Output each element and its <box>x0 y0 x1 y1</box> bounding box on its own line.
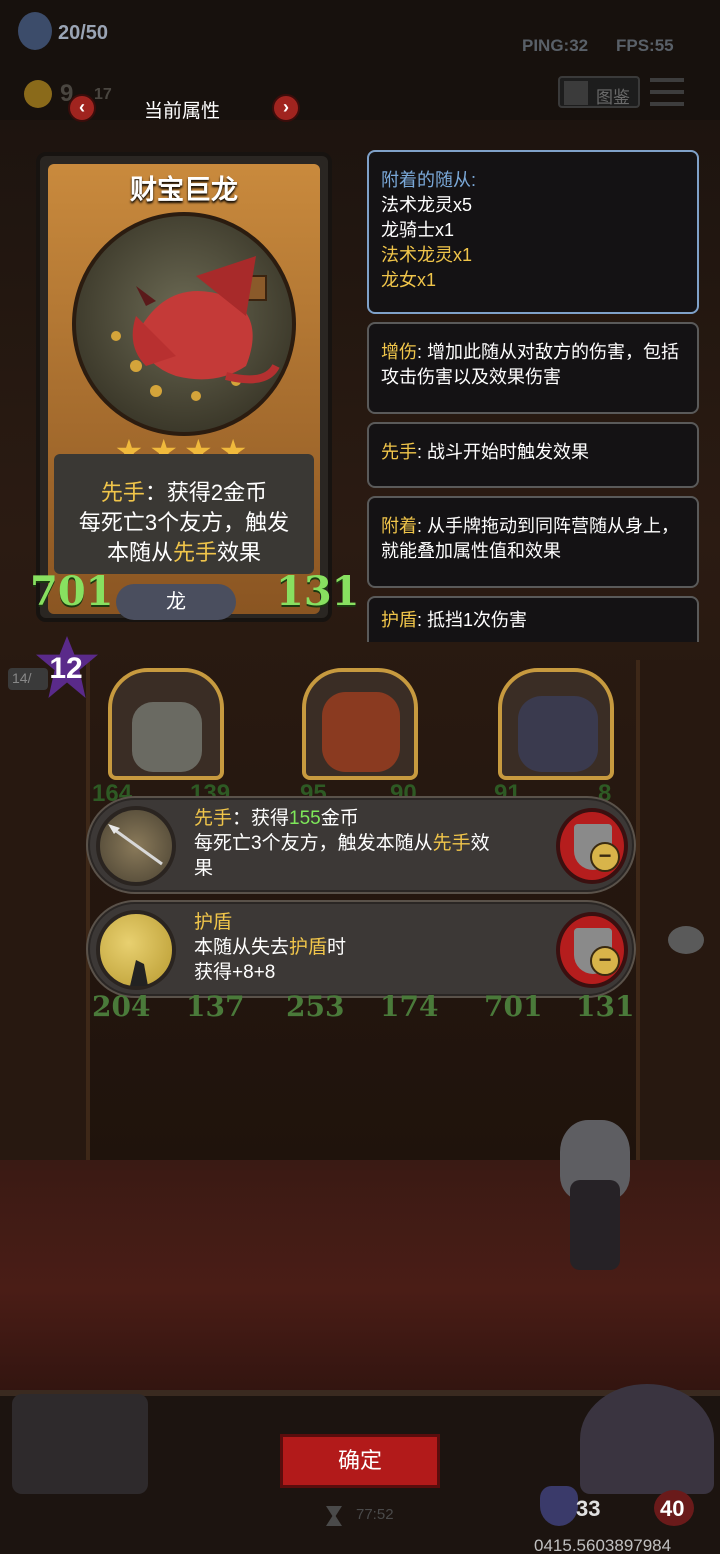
minus-icon: − <box>590 946 620 976</box>
moon-icon <box>96 910 176 990</box>
fps-readout: FPS:55 <box>616 36 674 55</box>
keyword-first-strike: 先手 <box>172 540 217 565</box>
keyword-name: 护盾 <box>381 610 417 630</box>
codex-label: 图鉴 <box>596 88 630 107</box>
remove-effect-button[interactable]: − <box>556 808 628 884</box>
tier-progress: 14/ <box>8 668 48 690</box>
card-desc-text: ：获得2金币 <box>144 480 268 505</box>
build-id: 0415.5603897984 <box>534 1536 672 1554</box>
card-tier: 12 <box>49 652 83 685</box>
ping-readout: PING:32 <box>522 36 589 55</box>
hero-portrait-left[interactable] <box>12 1394 148 1494</box>
keyword-tooltip: 附着: 从手牌拖动到同阵营随从身上，就能叠加属性值和效果 <box>367 496 699 588</box>
confirm-button[interactable]: 确定 <box>280 1434 440 1488</box>
effect-gold-value: 155 <box>289 808 321 829</box>
board-minion-slot[interactable] <box>108 668 224 780</box>
minus-icon: − <box>590 842 620 872</box>
card-desc-text: 效果 <box>217 540 262 565</box>
effect-text-part: 每死亡3个友方，触发本随从 <box>194 833 433 854</box>
attribute-nav-label: 当前属性 <box>144 101 221 122</box>
menu-icon[interactable] <box>650 78 684 106</box>
effect-text: 护盾 本随从失去护盾时 获得+8+8 <box>194 910 544 985</box>
player-health: 40 <box>660 1496 685 1521</box>
keyword-description: 抵挡1次伤害 <box>427 610 528 630</box>
attached-title: 附着的随从: <box>381 170 477 190</box>
card-health: 131 <box>276 568 360 615</box>
minion-count: 20/50 <box>58 22 109 44</box>
attached-item: 龙女x1 <box>381 270 437 290</box>
codex-button[interactable]: 图鉴 <box>558 76 640 108</box>
effect-keyword: 护盾 <box>194 912 233 933</box>
effect-keyword: 护盾 <box>289 937 328 958</box>
minion-health: 174 <box>380 990 439 1023</box>
minion-attack: 701 <box>484 990 543 1023</box>
left-bookshelf <box>0 660 90 1180</box>
gold-coin-icon <box>24 80 52 108</box>
remove-effect-button[interactable]: − <box>556 912 628 988</box>
keyword-description: 增加此随从对敌方的伤害，包括攻击伤害以及效果伤害 <box>381 342 680 387</box>
opponent-portrait[interactable] <box>580 1384 714 1494</box>
minion-attack: 204 <box>92 990 151 1023</box>
effect-text-part: 效 <box>470 833 490 854</box>
minion-capacity-icon <box>18 12 52 50</box>
effect-text-part: 本随从失去 <box>194 937 290 958</box>
dark-beast-portrait <box>518 696 598 772</box>
keyword-tooltip: 增伤: 增加此随从对敌方的伤害，包括攻击伤害以及效果伤害 <box>367 322 699 414</box>
chat-icon[interactable] <box>668 926 704 954</box>
minion-health: 131 <box>576 990 635 1023</box>
dragon-rider-portrait <box>322 692 400 772</box>
effect-text: 先手：获得155金币 每死亡3个友方，触发本随从先手效 果 <box>194 806 544 881</box>
board-minion-slot[interactable] <box>302 668 418 780</box>
attached-item: 龙骑士x1 <box>381 220 455 240</box>
attached-minions-panel: 附着的随从: 法术龙灵x5 龙骑士x1 法术龙灵x1 龙女x1 <box>367 150 699 314</box>
treasure-dragon-illustration <box>111 256 280 401</box>
armor-shield-icon <box>540 1486 578 1526</box>
keyword-name: 附着 <box>381 516 417 536</box>
keyword-tooltip: 护盾: 抵挡1次伤害 <box>367 596 699 642</box>
attached-item: 法术龙灵x1 <box>381 245 473 265</box>
card-desc-line2: 每死亡3个友方，触发 <box>78 510 290 535</box>
effect-text-part: 获得+8+8 <box>194 962 276 983</box>
right-bookshelf <box>636 660 720 1180</box>
board-minion-slot[interactable] <box>498 668 614 780</box>
keyword-first-strike: 先手 <box>100 480 145 505</box>
spear-icon <box>96 806 176 886</box>
keyword-name: 增伤 <box>381 342 417 362</box>
card-desc-text: 本随从 <box>106 540 173 565</box>
card-name: 财宝巨龙 <box>130 175 238 205</box>
book-icon <box>564 81 588 105</box>
keyword-tooltip: 先手: 战斗开始时触发效果 <box>367 422 699 488</box>
effect-keyword: 先手 <box>432 833 471 854</box>
minion-card: 财宝巨龙 ★★★★ 先手：获得2金币 每死亡3个友方，触发 本随从先手效果 70… <box>30 152 360 622</box>
player-armor: 33 <box>576 1496 601 1521</box>
effect-text-part: 金币 <box>320 808 359 829</box>
card-frame: 财宝巨龙 ★★★★ 先手：获得2金币 每死亡3个友方，触发 本随从先手效果 <box>48 164 320 614</box>
hero-character <box>540 1120 650 1280</box>
minion-attack: 253 <box>286 990 345 1023</box>
card-desc-line3: 本随从先手效果 <box>54 538 314 568</box>
effect-text-part: 时 <box>327 937 347 958</box>
effect-keyword: 先手 <box>194 808 233 829</box>
card-description: 先手：获得2金币 每死亡3个友方，触发 本随从先手效果 <box>54 454 314 574</box>
card-attack: 701 <box>30 568 114 615</box>
game-scene: 20/50 PING:32 FPS:55 9 17 图鉴 ‹ 当前属性 › 财宝… <box>0 0 720 1554</box>
card-desc-line1: 先手：获得2金币 <box>54 478 314 508</box>
attached-item: 法术龙灵x5 <box>381 195 473 215</box>
keyword-name: 先手 <box>381 442 417 462</box>
turn-timer: 77:52 <box>356 1506 394 1523</box>
next-attribute-button[interactable]: › <box>272 94 300 122</box>
card-tribe: 龙 <box>116 584 236 620</box>
gold-income: 17 <box>94 86 112 103</box>
effect-text-part: 果 <box>194 858 214 879</box>
keyword-description: 战斗开始时触发效果 <box>427 442 590 462</box>
effect-row: 先手：获得155金币 每死亡3个友方，触发本随从先手效 果 − <box>88 798 634 892</box>
prev-attribute-button[interactable]: ‹ <box>68 94 96 122</box>
effect-row: 护盾 本随从失去护盾时 获得+8+8 − <box>88 902 634 996</box>
minion-health: 137 <box>186 990 245 1023</box>
skeleton-dragon-portrait <box>132 702 202 772</box>
keyword-description: 从手牌拖动到同阵营随从身上，就能叠加属性值和效果 <box>381 516 680 561</box>
card-portrait <box>72 212 296 436</box>
effect-text-part: ：获得 <box>232 808 290 829</box>
